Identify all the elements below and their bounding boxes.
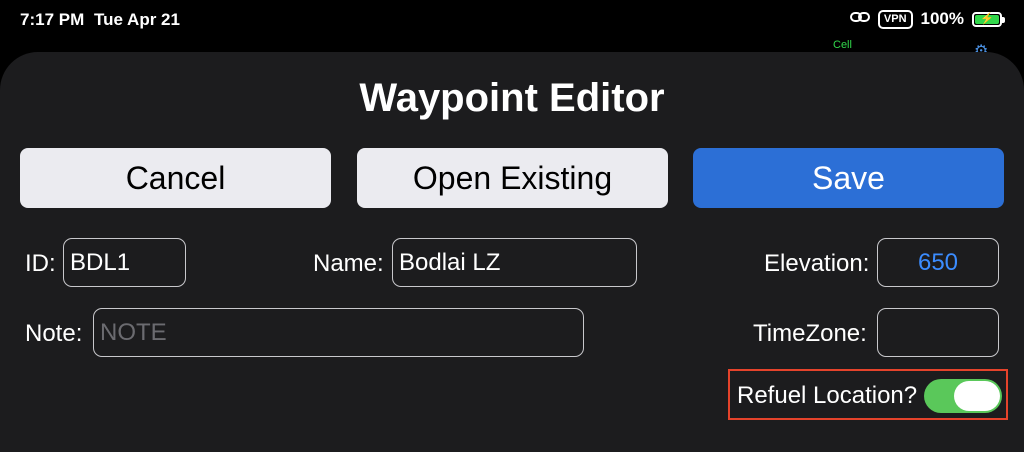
refuel-label: Refuel Location?	[737, 382, 918, 409]
name-label: Name:	[313, 250, 384, 277]
id-label: ID:	[25, 250, 56, 277]
status-date: Tue Apr 21	[94, 10, 180, 29]
timezone-label: TimeZone:	[753, 320, 867, 347]
battery-percent: 100%	[920, 9, 964, 28]
save-button[interactable]: Save	[693, 148, 1004, 208]
note-field[interactable]	[93, 308, 584, 357]
battery-charging-icon: ⚡	[972, 11, 1005, 27]
cancel-button[interactable]: Cancel	[20, 148, 331, 208]
background-cell-label: Cell	[833, 39, 852, 51]
toggle-knob	[954, 381, 1000, 411]
note-label: Note:	[25, 320, 83, 347]
elevation-label: Elevation:	[764, 250, 870, 277]
open-existing-button[interactable]: Open Existing	[357, 148, 668, 208]
vpn-badge: VPN	[877, 9, 913, 29]
id-field[interactable]	[63, 238, 186, 287]
refuel-toggle[interactable]	[924, 379, 1002, 413]
status-bar: 7:17 PM Tue Apr 21 VPN 100% ⚡	[0, 0, 1024, 40]
timezone-field[interactable]	[877, 308, 999, 357]
status-indicators: VPN 100% ⚡	[849, 9, 1005, 29]
link-icon	[849, 9, 870, 29]
page-title: Waypoint Editor	[359, 76, 665, 120]
elevation-field[interactable]	[877, 238, 999, 287]
status-time: 7:17 PM	[20, 10, 85, 29]
name-field[interactable]	[392, 238, 637, 287]
